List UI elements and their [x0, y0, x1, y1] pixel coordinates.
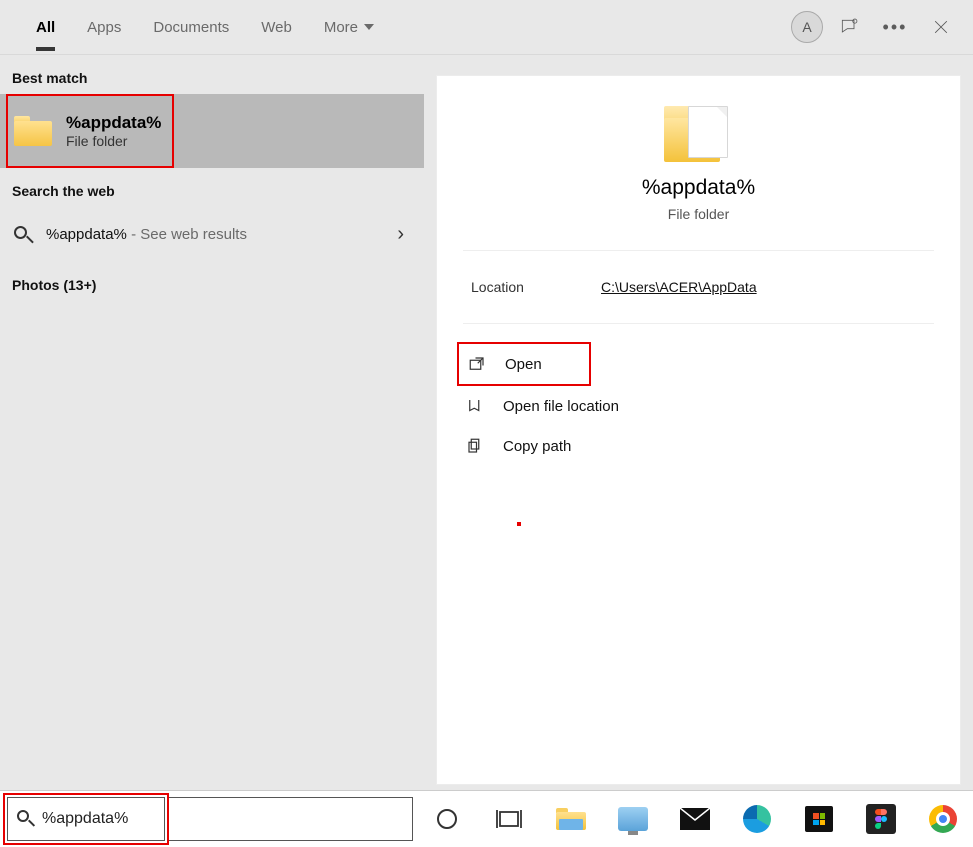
tab-documents[interactable]: Documents: [137, 5, 245, 50]
chevron-down-icon: [364, 24, 374, 30]
annotation-highlight-searchbox: %appdata%: [3, 793, 169, 845]
results-pane: Best match %appdata% File folder Search …: [0, 55, 424, 790]
tab-apps[interactable]: Apps: [71, 5, 137, 50]
taskbar: %appdata%: [0, 790, 973, 847]
tab-web[interactable]: Web: [245, 5, 308, 50]
section-search-web: Search the web: [0, 168, 424, 207]
action-copy-path-label: Copy path: [503, 438, 571, 455]
feedback-icon[interactable]: [829, 7, 869, 47]
app-monitor-icon[interactable]: [613, 799, 653, 839]
taskbar-search-extension[interactable]: [169, 797, 413, 841]
chrome-icon[interactable]: [923, 799, 963, 839]
microsoft-store-icon[interactable]: [799, 799, 839, 839]
detail-pane: %appdata% File folder Location C:\Users\…: [424, 55, 973, 790]
user-avatar[interactable]: A: [791, 11, 823, 43]
web-result-suffix: - See web results: [127, 226, 247, 243]
action-copy-path[interactable]: Copy path: [457, 426, 934, 466]
copy-icon: [465, 436, 485, 456]
file-explorer-icon[interactable]: [551, 799, 591, 839]
figma-icon[interactable]: [861, 799, 901, 839]
open-icon: [467, 354, 487, 374]
location-label: Location: [471, 279, 601, 295]
detail-subtitle: File folder: [668, 206, 729, 222]
taskbar-search-input[interactable]: %appdata%: [7, 797, 165, 841]
location-value[interactable]: C:\Users\ACER\AppData: [601, 279, 757, 295]
action-open-file-location[interactable]: Open file location: [457, 386, 934, 426]
edge-icon[interactable]: [737, 799, 777, 839]
web-result[interactable]: %appdata% - See web results ›: [0, 207, 424, 262]
folder-large-icon: [664, 106, 734, 162]
open-location-icon: [465, 396, 485, 416]
annotation-dot: [517, 522, 521, 526]
cortana-icon[interactable]: [427, 799, 467, 839]
section-photos[interactable]: Photos (13+): [0, 262, 424, 301]
close-icon[interactable]: [921, 7, 961, 47]
section-best-match: Best match: [0, 55, 424, 94]
more-options-icon[interactable]: •••: [875, 7, 915, 47]
search-input-value: %appdata%: [42, 810, 128, 828]
action-open-location-label: Open file location: [503, 398, 619, 415]
tab-more[interactable]: More: [308, 5, 390, 50]
tabs-header: All Apps Documents Web More A •••: [0, 0, 973, 55]
detail-title: %appdata%: [642, 176, 755, 200]
task-view-icon[interactable]: [489, 799, 529, 839]
annotation-highlight: [6, 94, 174, 168]
chevron-right-icon: ›: [397, 223, 408, 246]
action-open[interactable]: Open: [457, 342, 591, 386]
action-open-label: Open: [505, 356, 542, 373]
tab-more-label: More: [324, 19, 358, 36]
best-match-result[interactable]: %appdata% File folder: [0, 94, 424, 168]
search-icon: [16, 809, 36, 829]
web-result-query: %appdata%: [46, 226, 127, 243]
search-icon: [12, 224, 34, 246]
tab-all[interactable]: All: [20, 5, 71, 50]
mail-icon[interactable]: [675, 799, 715, 839]
